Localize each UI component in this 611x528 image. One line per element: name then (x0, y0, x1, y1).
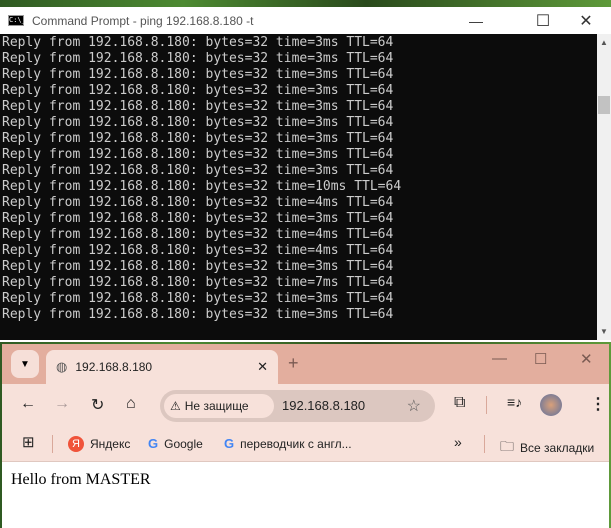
scrollbar[interactable]: ▲ ▼ (597, 34, 611, 340)
avatar[interactable] (540, 394, 562, 416)
divider (52, 435, 53, 453)
console-line: Reply from 192.168.8.180: bytes=32 time=… (2, 99, 394, 114)
globe-icon: ◍ (56, 359, 68, 374)
browser-maximize-button[interactable]: ☐ (534, 350, 547, 368)
console-line: Reply from 192.168.8.180: bytes=32 time=… (2, 35, 394, 50)
console-line: Reply from 192.168.8.180: bytes=32 time=… (2, 227, 394, 242)
forward-icon[interactable]: → (54, 395, 70, 413)
console-line: Reply from 192.168.8.180: bytes=32 time=… (2, 131, 394, 146)
tab-title: 192.168.8.180 (75, 360, 153, 374)
page-text: Hello from MASTER (11, 471, 151, 488)
url-text[interactable]: 192.168.8.180 (282, 398, 365, 413)
console-line: Reply from 192.168.8.180: bytes=32 time=… (2, 83, 394, 98)
console-line: Reply from 192.168.8.180: bytes=32 time=… (2, 179, 402, 194)
extensions-icon[interactable]: ⧉ (454, 394, 465, 412)
command-prompt-window: C:\_ Command Prompt - ping 192.168.8.180… (0, 7, 611, 342)
back-icon[interactable]: ← (20, 395, 36, 413)
bookmark-translator[interactable]: Gпереводчик с англ... (224, 436, 352, 451)
google-icon: G (148, 436, 159, 451)
browser-close-button[interactable]: ✕ (580, 350, 593, 368)
browser-window: ▼ ◍ 192.168.8.180 ✕ + — ☐ ✕ ← → ↻ ⌂ ⚠ Не … (2, 344, 609, 528)
menu-icon[interactable]: ⋮ (590, 394, 606, 414)
more-bookmarks-icon[interactable]: » (454, 434, 462, 450)
page-content: Hello from MASTER (2, 462, 609, 528)
console-line: Reply from 192.168.8.180: bytes=32 time=… (2, 243, 394, 258)
apps-icon[interactable]: ⊞ (22, 433, 35, 451)
scroll-up-icon[interactable]: ▲ (597, 38, 611, 47)
minimize-button[interactable]: — (453, 7, 499, 34)
star-icon[interactable]: ☆ (407, 396, 421, 416)
address-bar[interactable]: ⚠ Не защище 192.168.8.180 ☆ (160, 390, 435, 422)
scroll-down-icon[interactable]: ▼ (597, 327, 611, 336)
all-bookmarks-button[interactable]: 🗀 Все закладки (500, 436, 594, 460)
console-line: Reply from 192.168.8.180: bytes=32 time=… (2, 307, 394, 322)
tab-strip: ▼ ◍ 192.168.8.180 ✕ + — ☐ ✕ (2, 344, 609, 384)
tab-active[interactable]: ◍ 192.168.8.180 ✕ (46, 350, 278, 384)
home-icon[interactable]: ⌂ (126, 395, 136, 413)
security-chip[interactable]: ⚠ Не защище (164, 394, 274, 418)
media-control-icon[interactable]: ≡♪ (507, 394, 522, 410)
divider (486, 396, 487, 414)
cmd-app-icon: C:\_ (8, 15, 26, 26)
console-line: Reply from 192.168.8.180: bytes=32 time=… (2, 259, 394, 274)
folder-icon: 🗀 (500, 438, 514, 454)
yandex-icon: Я (68, 436, 84, 452)
console-line: Reply from 192.168.8.180: bytes=32 time=… (2, 211, 394, 226)
cmd-title: Command Prompt - ping 192.168.8.180 -t (32, 13, 254, 28)
console-line: Reply from 192.168.8.180: bytes=32 time=… (2, 275, 394, 290)
console-output[interactable]: Reply from 192.168.8.180: bytes=32 time=… (0, 34, 597, 340)
console-line: Reply from 192.168.8.180: bytes=32 time=… (2, 67, 394, 82)
console-line: Reply from 192.168.8.180: bytes=32 time=… (2, 195, 394, 210)
maximize-button[interactable]: ☐ (520, 7, 566, 34)
console-line: Reply from 192.168.8.180: bytes=32 time=… (2, 115, 394, 130)
new-tab-button[interactable]: + (288, 353, 299, 374)
google-icon: G (224, 436, 235, 451)
bookmarks-bar: ⊞ Я Яндекс G Google Gпереводчик с англ... … (2, 426, 609, 462)
divider (484, 435, 485, 453)
browser-toolbar: ← → ↻ ⌂ ⚠ Не защище 192.168.8.180 ☆ ⧉ ≡♪ … (2, 384, 609, 426)
console-line: Reply from 192.168.8.180: bytes=32 time=… (2, 291, 394, 306)
console-line: Reply from 192.168.8.180: bytes=32 time=… (2, 51, 394, 66)
bookmark-yandex[interactable]: Я Яндекс (68, 436, 130, 452)
console-line: Reply from 192.168.8.180: bytes=32 time=… (2, 163, 394, 178)
bookmark-google[interactable]: G Google (148, 436, 203, 451)
console-line: Reply from 192.168.8.180: bytes=32 time=… (2, 147, 394, 162)
warning-icon: ⚠ (170, 399, 181, 413)
browser-minimize-button[interactable]: — (492, 350, 507, 367)
reload-icon[interactable]: ↻ (91, 395, 104, 415)
close-tab-icon[interactable]: ✕ (257, 359, 268, 375)
scrollbar-thumb[interactable] (598, 96, 610, 114)
close-button[interactable]: ✕ (563, 7, 609, 34)
tab-search-button[interactable]: ▼ (11, 350, 39, 378)
